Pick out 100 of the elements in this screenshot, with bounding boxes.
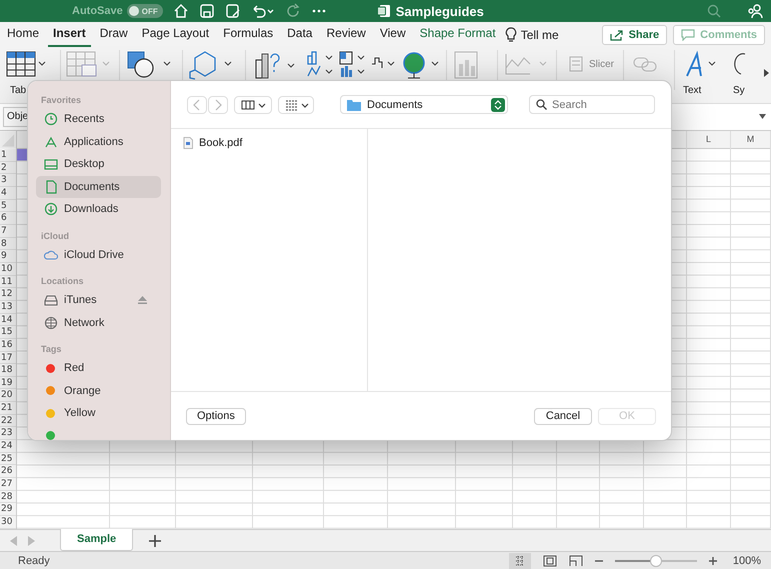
row-header[interactable]: 1 — [0, 149, 16, 162]
ribbon-tab[interactable]: Page Layout — [136, 22, 214, 47]
zoom-level: 100% — [732, 555, 761, 567]
ribbon-label: Slicer — [589, 58, 614, 70]
excel-file-icon — [376, 4, 391, 18]
sidebar-item[interactable]: Documents — [36, 176, 161, 198]
sidebar-item[interactable]: Applications — [36, 130, 161, 153]
zoom-in-icon[interactable] — [708, 557, 717, 565]
row-header[interactable]: 4 — [0, 186, 16, 200]
row-header[interactable]: 29 — [0, 503, 16, 516]
row-header[interactable]: 10 — [0, 262, 16, 276]
row-header[interactable]: 19 — [0, 376, 16, 390]
sidebar-heading: Favorites — [41, 95, 82, 105]
sidebar-item[interactable]: Desktop — [36, 153, 161, 176]
ribbon-tab[interactable]: Draw — [94, 22, 133, 47]
people-icon[interactable] — [747, 3, 763, 19]
page-layout-icon[interactable] — [542, 555, 557, 567]
row-header[interactable]: 26 — [0, 465, 16, 478]
share-icon — [610, 28, 624, 40]
dropdown-icon[interactable] — [759, 114, 767, 120]
row-header[interactable]: 5 — [0, 200, 16, 212]
row-header[interactable]: 15 — [0, 326, 16, 339]
normal-view-icon[interactable] — [508, 553, 531, 569]
globe-icon — [44, 316, 58, 330]
sheet-tab[interactable]: Sample — [60, 528, 134, 550]
clock-icon — [44, 112, 58, 126]
row-header[interactable]: 22 — [0, 414, 16, 428]
row-header[interactable]: 2 — [0, 162, 16, 174]
row-header[interactable]: 13 — [0, 300, 16, 314]
sidebar-item[interactable]: iTunes — [36, 289, 161, 312]
options-button[interactable]: Options — [186, 408, 246, 424]
sidebar-item[interactable]: Red — [36, 357, 161, 380]
stepper-icon — [491, 98, 505, 112]
save-icon[interactable] — [198, 3, 215, 19]
drive-icon — [44, 293, 58, 308]
page-break-icon[interactable] — [568, 555, 583, 567]
home-icon[interactable] — [172, 3, 189, 19]
ribbon-tab[interactable]: View — [374, 22, 411, 47]
hierarchy-chart-icon[interactable] — [338, 50, 366, 80]
row-header[interactable]: 18 — [0, 364, 16, 377]
row-header[interactable]: 23 — [0, 427, 16, 440]
folder-icon — [347, 98, 361, 110]
row-header[interactable]: 17 — [0, 352, 16, 364]
pdf-file-icon — [183, 137, 193, 149]
sidebar-heading: Tags — [41, 344, 62, 354]
row-header[interactable]: 6 — [0, 212, 16, 225]
desktop-icon — [44, 157, 58, 172]
sidebar-item[interactable]: iCloud Drive — [36, 244, 161, 266]
lightbulb-icon[interactable] — [504, 26, 517, 42]
sidebar-item[interactable]: Network — [36, 312, 161, 334]
undo-icon[interactable] — [250, 3, 275, 19]
row-header[interactable]: 11 — [0, 276, 16, 288]
ribbon-label: Text — [682, 85, 702, 96]
row-header[interactable]: 21 — [0, 402, 16, 415]
apps-icon — [44, 134, 58, 149]
row-header[interactable]: 7 — [0, 224, 16, 238]
ribbon-tab[interactable]: Shape Format — [414, 22, 501, 47]
row-header[interactable]: 9 — [0, 250, 16, 263]
row-header[interactable]: 20 — [0, 389, 16, 402]
sidebar-item[interactable]: Downloads — [36, 198, 161, 220]
download-icon — [44, 202, 58, 216]
ribbon-label: Sy — [732, 85, 745, 96]
ribbon-tab[interactable]: Review — [321, 22, 371, 47]
cancel-button[interactable]: Cancel — [534, 408, 592, 424]
ribbon-tab[interactable]: Home — [2, 22, 44, 47]
columns-view-icon[interactable] — [234, 96, 272, 114]
sidebar-heading: Locations — [41, 276, 85, 286]
save-edit-icon[interactable] — [224, 3, 241, 19]
column-header[interactable]: M — [731, 131, 771, 149]
column-header[interactable]: L — [687, 131, 731, 149]
row-header[interactable]: 25 — [0, 452, 16, 466]
search-field[interactable]: Search — [529, 95, 655, 114]
file-item[interactable]: Book.pdf — [183, 135, 355, 151]
add-sheet-icon[interactable] — [149, 534, 162, 546]
location-dropdown[interactable]: Documents — [340, 95, 508, 114]
row-header[interactable]: 27 — [0, 478, 16, 491]
sidebar-heading: iCloud — [41, 230, 70, 240]
row-header[interactable]: 24 — [0, 440, 16, 453]
scroll-right-icon[interactable] — [764, 69, 770, 77]
grid-view-icon[interactable] — [278, 96, 314, 114]
search-icon — [536, 99, 547, 110]
sidebar-item[interactable]: Recents — [36, 108, 161, 130]
sidebar-item[interactable]: Yellow — [36, 402, 161, 424]
row-header[interactable]: 3 — [0, 174, 16, 187]
row-header[interactable]: 28 — [0, 490, 16, 504]
ribbon-tab[interactable]: Data — [282, 22, 318, 47]
hexagon-icon[interactable] — [187, 50, 233, 80]
ribbon-label: Tab — [9, 85, 26, 96]
ribbon-tab[interactable]: Formulas — [218, 22, 278, 47]
row-header[interactable]: 12 — [0, 288, 16, 301]
document-icon — [44, 180, 58, 194]
status-text: Ready — [18, 555, 50, 567]
sidebar-item[interactable]: Orange — [36, 380, 161, 402]
row-header[interactable]: 16 — [0, 338, 16, 352]
share-button[interactable]: Share — [602, 24, 668, 44]
row-header[interactable]: 14 — [0, 314, 16, 326]
row-header[interactable]: 8 — [0, 238, 16, 250]
tell-me-link[interactable]: Tell me — [520, 28, 559, 42]
autosave-label: AutoSave — [72, 5, 123, 17]
comment-icon — [681, 28, 696, 40]
